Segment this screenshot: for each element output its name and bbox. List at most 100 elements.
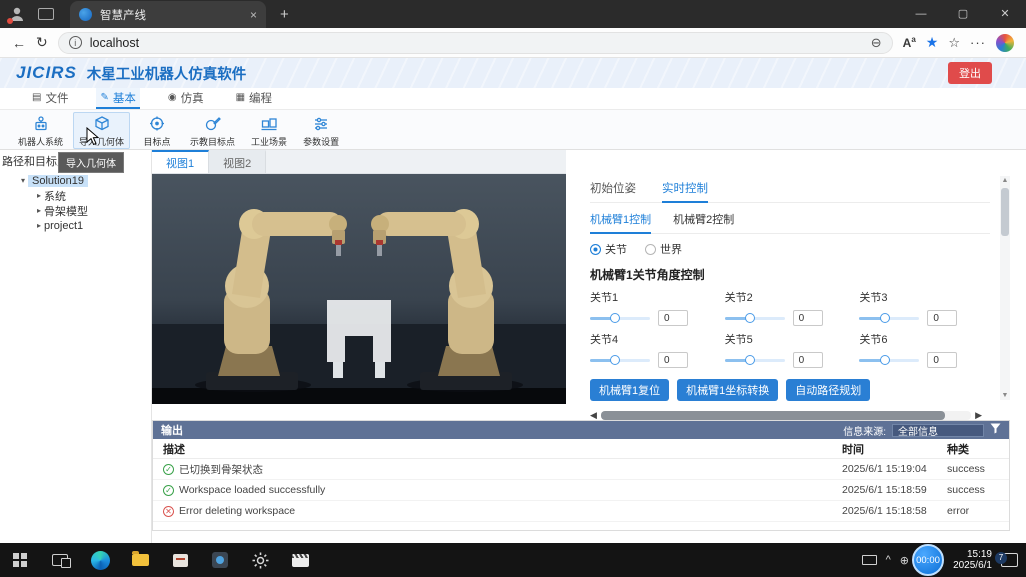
- window-icon[interactable]: [38, 8, 54, 20]
- joint-slider[interactable]: [725, 313, 785, 323]
- joint-input[interactable]: 0: [658, 310, 688, 326]
- tab-view1[interactable]: 视图1: [152, 150, 209, 173]
- tree-item-project1[interactable]: ▸ project1: [0, 218, 151, 233]
- arm1-coord-convert-button[interactable]: 机械臂1坐标转换: [677, 379, 778, 401]
- tool-import-geometry[interactable]: 导入几何体: [73, 112, 130, 149]
- address-bar[interactable]: i localhost ⊖: [58, 32, 893, 54]
- minimize-button[interactable]: —: [900, 0, 942, 28]
- joint-input[interactable]: 0: [793, 352, 823, 368]
- tab-view2[interactable]: 视图2: [209, 150, 266, 173]
- vscroll-thumb[interactable]: [1001, 188, 1009, 236]
- tree-label[interactable]: 骨架模型: [44, 203, 88, 219]
- table-row[interactable]: ✓ 已切换到骨架状态 2025/6/1 15:19:04 success: [153, 459, 1009, 480]
- arm1-reset-button[interactable]: 机械臂1复位: [590, 379, 669, 401]
- tool-robot-system[interactable]: 机器人系统: [12, 112, 69, 149]
- tool-teach-target[interactable]: 示教目标点: [184, 112, 241, 149]
- table-row[interactable]: ✓ Workspace loaded successfully 2025/6/1…: [153, 480, 1009, 501]
- task-view-button[interactable]: [40, 543, 80, 577]
- favorites-icon[interactable]: ☆: [948, 35, 960, 51]
- tree-item-skeleton-model[interactable]: ▸ 骨架模型: [0, 203, 151, 218]
- slider-knob[interactable]: [610, 313, 620, 323]
- table-row[interactable]: ✕ Error deleting workspace 2025/6/1 15:1…: [153, 501, 1009, 522]
- tab-arm1-control[interactable]: 机械臂1控制: [590, 211, 651, 227]
- scroll-down-icon[interactable]: ▼: [1000, 392, 1010, 399]
- code-icon: ▦: [236, 92, 245, 103]
- viewport-3d-scene[interactable]: [152, 174, 566, 404]
- start-button[interactable]: [0, 543, 40, 577]
- notification-center-icon[interactable]: 7: [1001, 553, 1018, 567]
- caret-down-icon[interactable]: ▾: [18, 176, 28, 185]
- file-explorer-button[interactable]: [120, 543, 160, 577]
- auto-path-plan-button[interactable]: 自动路径规划: [786, 379, 870, 401]
- tree-label[interactable]: project1: [44, 220, 83, 232]
- caret-right-icon[interactable]: ▸: [34, 191, 44, 200]
- tree-item-system[interactable]: ▸ 系统: [0, 188, 151, 203]
- tab-arm2-control[interactable]: 机械臂2控制: [673, 211, 734, 227]
- radio-world[interactable]: 世界: [645, 241, 682, 257]
- new-tab-button[interactable]: +: [280, 6, 289, 23]
- taskbar-clock[interactable]: 15:19 2025/6/1: [940, 549, 992, 571]
- joint-input[interactable]: 0: [793, 310, 823, 326]
- source-select[interactable]: 全部信息: [892, 424, 984, 437]
- tool-param-settings[interactable]: 参数设置: [297, 112, 345, 149]
- browser-menu-icon[interactable]: ···: [970, 35, 986, 50]
- settings-button[interactable]: [240, 543, 280, 577]
- refresh-icon[interactable]: ↻: [36, 34, 48, 51]
- screen-recorder-timer[interactable]: 00:00: [912, 544, 944, 576]
- caret-right-icon[interactable]: ▸: [34, 206, 44, 215]
- tab-realtime-control[interactable]: 实时控制: [662, 180, 708, 196]
- browser-tab[interactable]: 智慧产线 ×: [70, 1, 266, 28]
- media-app-button[interactable]: [280, 543, 320, 577]
- task-view-icon: [52, 554, 68, 566]
- radio-joint[interactable]: 关节: [590, 241, 627, 257]
- maximize-button[interactable]: ▢: [942, 0, 984, 28]
- caret-right-icon[interactable]: ▸: [34, 221, 44, 230]
- joint-slider[interactable]: [859, 313, 919, 323]
- tree-item-solution[interactable]: ▾ Solution19: [0, 173, 151, 188]
- site-info-icon[interactable]: i: [69, 36, 82, 49]
- joint-slider[interactable]: [725, 355, 785, 365]
- browser-profile-icon[interactable]: [996, 34, 1014, 52]
- tab-initial-pose[interactable]: 初始位姿: [590, 180, 636, 196]
- store-button[interactable]: [160, 543, 200, 577]
- joint-slider[interactable]: [590, 355, 650, 365]
- menu-item-basic[interactable]: ✎ 基本: [96, 88, 139, 109]
- play-icon: ◉: [168, 92, 177, 103]
- filter-icon[interactable]: [990, 421, 1001, 439]
- tool-industrial-scene[interactable]: 工业场景: [245, 112, 293, 149]
- slider-knob[interactable]: [745, 355, 755, 365]
- scroll-up-icon[interactable]: ▲: [1000, 177, 1010, 184]
- close-button[interactable]: ✕: [984, 0, 1026, 28]
- slider-knob[interactable]: [745, 313, 755, 323]
- hscroll-thumb[interactable]: [601, 411, 945, 420]
- app-button[interactable]: [200, 543, 240, 577]
- slider-knob[interactable]: [880, 355, 890, 365]
- menu-item-simulation[interactable]: ◉ 仿真: [164, 88, 208, 109]
- slider-knob[interactable]: [880, 313, 890, 323]
- profile-avatar-icon[interactable]: [8, 5, 26, 23]
- vertical-scrollbar[interactable]: ▲ ▼: [1000, 176, 1010, 400]
- touch-keyboard-icon[interactable]: [862, 555, 877, 565]
- joint-input[interactable]: 0: [658, 352, 688, 368]
- menu-item-file[interactable]: ▤ 文件: [28, 88, 72, 109]
- logout-button[interactable]: 登出: [948, 62, 992, 84]
- joint-input[interactable]: 0: [927, 352, 957, 368]
- joint-input[interactable]: 0: [927, 310, 957, 326]
- tab-close-icon[interactable]: ×: [250, 8, 257, 22]
- tree-label[interactable]: Solution19: [28, 175, 88, 187]
- slider-knob[interactable]: [610, 355, 620, 365]
- menu-item-programming[interactable]: ▦ 编程: [232, 88, 276, 109]
- back-icon[interactable]: ←: [12, 35, 26, 51]
- address-text[interactable]: localhost: [90, 36, 863, 50]
- zoom-out-icon[interactable]: ⊖: [871, 35, 882, 51]
- joint-slider[interactable]: [590, 313, 650, 323]
- bookmark-star-icon[interactable]: ★: [926, 34, 939, 51]
- edge-taskbar-button[interactable]: [80, 543, 120, 577]
- tool-target-point[interactable]: 目标点: [134, 112, 180, 149]
- immersive-reader-icon[interactable]: Aa: [903, 35, 916, 50]
- joint-cell: 关节4 0: [590, 331, 713, 368]
- tray-expand-icon[interactable]: ^: [886, 554, 891, 566]
- tree-label[interactable]: 系统: [44, 188, 66, 204]
- joint-slider[interactable]: [859, 355, 919, 365]
- network-icon[interactable]: ⊕: [900, 554, 909, 567]
